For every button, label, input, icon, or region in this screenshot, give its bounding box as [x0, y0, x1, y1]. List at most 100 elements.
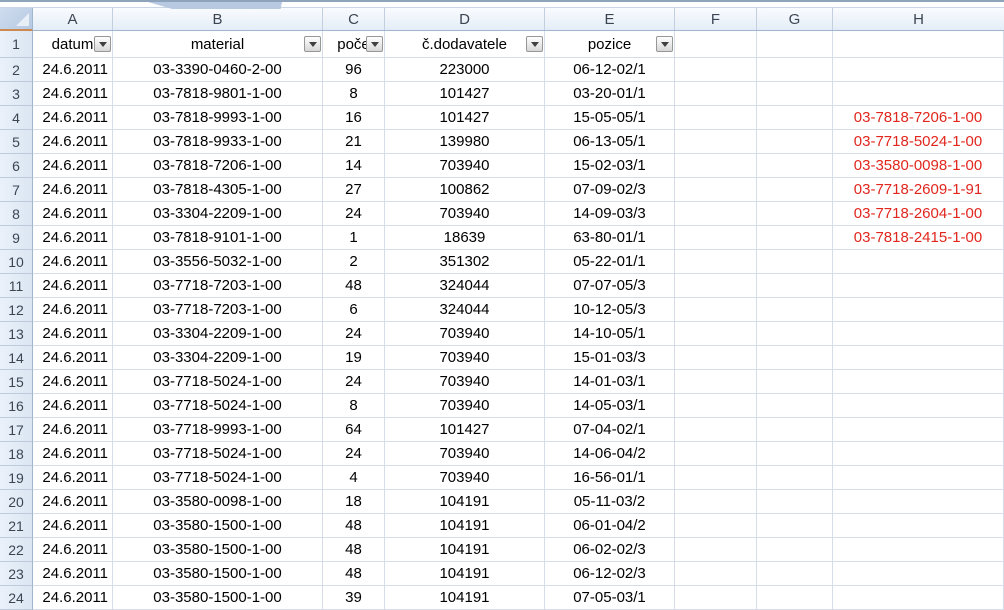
cell-F12[interactable]: [675, 298, 757, 322]
cell-G24[interactable]: [757, 586, 833, 610]
row-header-1[interactable]: 1: [0, 31, 33, 58]
row-header-8[interactable]: 8: [0, 202, 33, 226]
cell-H16[interactable]: [833, 394, 1004, 418]
select-all-corner[interactable]: [0, 8, 33, 31]
cell-F11[interactable]: [675, 274, 757, 298]
row-header-15[interactable]: 15: [0, 370, 33, 394]
autofilter-dropdown-button-D[interactable]: [526, 36, 543, 52]
cell-E10[interactable]: 05-22-01/1: [545, 250, 675, 274]
filter-header-cell-F1[interactable]: [675, 31, 757, 58]
cell-B20[interactable]: 03-3580-0098-1-00: [113, 490, 323, 514]
row-header-13[interactable]: 13: [0, 322, 33, 346]
cell-C18[interactable]: 24: [323, 442, 385, 466]
cell-F8[interactable]: [675, 202, 757, 226]
cell-E24[interactable]: 07-05-03/1: [545, 586, 675, 610]
cell-H13[interactable]: [833, 322, 1004, 346]
cell-H20[interactable]: [833, 490, 1004, 514]
cell-G23[interactable]: [757, 562, 833, 586]
cell-H11[interactable]: [833, 274, 1004, 298]
cell-F6[interactable]: [675, 154, 757, 178]
cell-B7[interactable]: 03-7818-4305-1-00: [113, 178, 323, 202]
cell-B11[interactable]: 03-7718-7203-1-00: [113, 274, 323, 298]
column-header-C[interactable]: C: [323, 8, 385, 30]
cell-H24[interactable]: [833, 586, 1004, 610]
row-header-3[interactable]: 3: [0, 82, 33, 106]
cell-G15[interactable]: [757, 370, 833, 394]
row-header-21[interactable]: 21: [0, 514, 33, 538]
filter-header-cell-C1[interactable]: poče: [323, 31, 385, 58]
cell-A5[interactable]: 24.6.2011: [33, 130, 113, 154]
cell-C4[interactable]: 16: [323, 106, 385, 130]
cell-B10[interactable]: 03-3556-5032-1-00: [113, 250, 323, 274]
cell-G17[interactable]: [757, 418, 833, 442]
cell-D5[interactable]: 139980: [385, 130, 545, 154]
filter-header-cell-D1[interactable]: č.dodavatele: [385, 31, 545, 58]
cell-H9[interactable]: 03-7818-2415-1-00: [833, 226, 1004, 250]
cell-F18[interactable]: [675, 442, 757, 466]
cell-D3[interactable]: 101427: [385, 82, 545, 106]
cell-B3[interactable]: 03-7818-9801-1-00: [113, 82, 323, 106]
cell-C10[interactable]: 2: [323, 250, 385, 274]
cell-C9[interactable]: 1: [323, 226, 385, 250]
cell-E11[interactable]: 07-07-05/3: [545, 274, 675, 298]
filter-header-cell-H1[interactable]: [833, 31, 1004, 58]
row-header-10[interactable]: 10: [0, 250, 33, 274]
cell-D13[interactable]: 703940: [385, 322, 545, 346]
cell-G11[interactable]: [757, 274, 833, 298]
cell-H6[interactable]: 03-3580-0098-1-00: [833, 154, 1004, 178]
cell-F21[interactable]: [675, 514, 757, 538]
cell-A15[interactable]: 24.6.2011: [33, 370, 113, 394]
cell-B15[interactable]: 03-7718-5024-1-00: [113, 370, 323, 394]
cell-F15[interactable]: [675, 370, 757, 394]
cell-D10[interactable]: 351302: [385, 250, 545, 274]
cell-E19[interactable]: 16-56-01/1: [545, 466, 675, 490]
row-header-16[interactable]: 16: [0, 394, 33, 418]
cell-C19[interactable]: 4: [323, 466, 385, 490]
cell-C23[interactable]: 48: [323, 562, 385, 586]
column-header-D[interactable]: D: [385, 8, 545, 30]
filter-header-cell-B1[interactable]: material: [113, 31, 323, 58]
cell-G6[interactable]: [757, 154, 833, 178]
cell-C5[interactable]: 21: [323, 130, 385, 154]
autofilter-dropdown-button-E[interactable]: [656, 36, 673, 52]
cell-F14[interactable]: [675, 346, 757, 370]
cell-C14[interactable]: 19: [323, 346, 385, 370]
cell-H22[interactable]: [833, 538, 1004, 562]
cell-A16[interactable]: 24.6.2011: [33, 394, 113, 418]
cell-D7[interactable]: 100862: [385, 178, 545, 202]
cell-G9[interactable]: [757, 226, 833, 250]
cell-H10[interactable]: [833, 250, 1004, 274]
cell-E6[interactable]: 15-02-03/1: [545, 154, 675, 178]
cell-D17[interactable]: 101427: [385, 418, 545, 442]
cell-B22[interactable]: 03-3580-1500-1-00: [113, 538, 323, 562]
cell-H8[interactable]: 03-7718-2604-1-00: [833, 202, 1004, 226]
row-header-5[interactable]: 5: [0, 130, 33, 154]
cell-G13[interactable]: [757, 322, 833, 346]
cell-G5[interactable]: [757, 130, 833, 154]
cell-C12[interactable]: 6: [323, 298, 385, 322]
cell-E9[interactable]: 63-80-01/1: [545, 226, 675, 250]
cell-E23[interactable]: 06-12-02/3: [545, 562, 675, 586]
row-header-9[interactable]: 9: [0, 226, 33, 250]
cell-A11[interactable]: 24.6.2011: [33, 274, 113, 298]
cell-D2[interactable]: 223000: [385, 58, 545, 82]
cell-B24[interactable]: 03-3580-1500-1-00: [113, 586, 323, 610]
cell-H14[interactable]: [833, 346, 1004, 370]
cell-A10[interactable]: 24.6.2011: [33, 250, 113, 274]
cell-H23[interactable]: [833, 562, 1004, 586]
cell-A9[interactable]: 24.6.2011: [33, 226, 113, 250]
cell-D20[interactable]: 104191: [385, 490, 545, 514]
cell-H17[interactable]: [833, 418, 1004, 442]
cell-H12[interactable]: [833, 298, 1004, 322]
cell-C7[interactable]: 27: [323, 178, 385, 202]
cell-G22[interactable]: [757, 538, 833, 562]
cell-H3[interactable]: [833, 82, 1004, 106]
cell-E5[interactable]: 06-13-05/1: [545, 130, 675, 154]
cell-G10[interactable]: [757, 250, 833, 274]
cell-H15[interactable]: [833, 370, 1004, 394]
cell-B19[interactable]: 03-7718-5024-1-00: [113, 466, 323, 490]
cell-C20[interactable]: 18: [323, 490, 385, 514]
cell-D21[interactable]: 104191: [385, 514, 545, 538]
row-header-18[interactable]: 18: [0, 442, 33, 466]
cell-B2[interactable]: 03-3390-0460-2-00: [113, 58, 323, 82]
